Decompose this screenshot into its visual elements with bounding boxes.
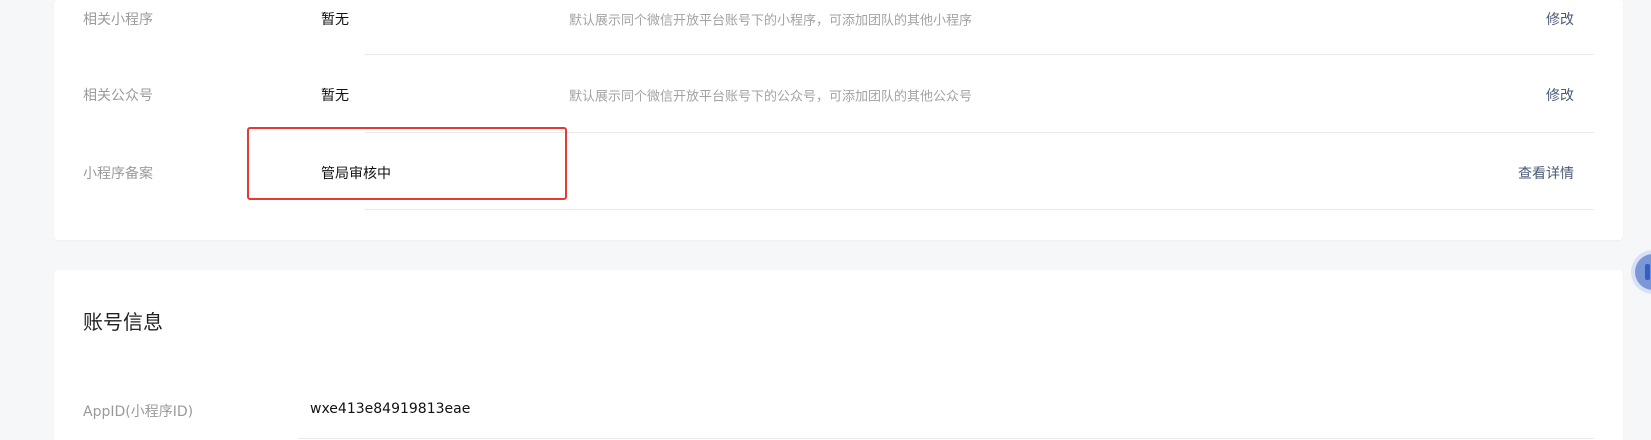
row-value: 暂无 [321,11,349,28]
account-info-card: 账号信息 AppID(小程序ID) wxe413e84919813eae [54,270,1623,440]
appid-label: AppID(小程序ID) [83,404,194,420]
section-title: 账号信息 [83,310,163,334]
page: 相关小程序 暂无 默认展示同个微信开放平台账号下的小程序，可添加团队的其他小程序… [0,0,1651,440]
row-label: 相关小程序 [83,11,153,28]
divider [298,438,1594,439]
divider [365,54,1594,55]
modify-miniprogram-link[interactable]: 修改 [1546,9,1574,29]
modify-official-account-link[interactable]: 修改 [1546,85,1574,105]
related-accounts-card: 相关小程序 暂无 默认展示同个微信开放平台账号下的小程序，可添加团队的其他小程序… [54,0,1623,240]
highlight-box [247,127,567,200]
row-related-official-account: 相关公众号 暂无 默认展示同个微信开放平台账号下的公众号，可添加团队的其他公众号… [54,56,1623,133]
row-related-miniprogram: 相关小程序 暂无 默认展示同个微信开放平台账号下的小程序，可添加团队的其他小程序… [54,0,1623,57]
row-label: 小程序备案 [83,165,153,182]
appid-value: wxe413e84919813eae [310,401,471,417]
row-value: 暂无 [321,87,349,104]
divider [365,209,1594,210]
row-description: 默认展示同个微信开放平台账号下的公众号，可添加团队的其他公众号 [569,89,973,104]
row-description: 默认展示同个微信开放平台账号下的小程序，可添加团队的其他小程序 [569,13,973,28]
view-details-link[interactable]: 查看详情 [1518,163,1574,183]
row-label: 相关公众号 [83,87,153,104]
sidebar-toggle-icon[interactable] [1635,254,1651,290]
